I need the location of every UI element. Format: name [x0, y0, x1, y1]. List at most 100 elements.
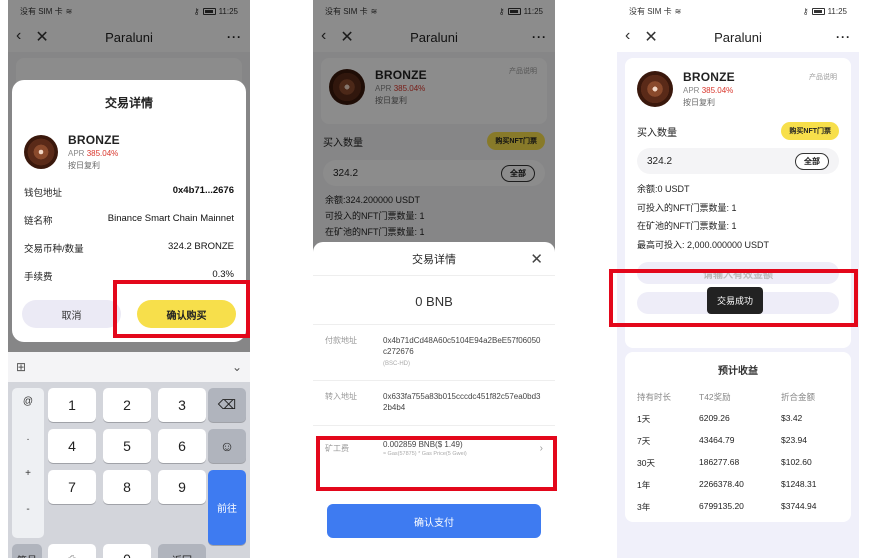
product-intro-link[interactable]: 产品说明 — [809, 72, 837, 82]
header-value: 折合金额 — [781, 392, 816, 402]
compound-rule: 按日复利 — [683, 98, 715, 107]
clock: 11:25 — [827, 6, 847, 16]
amount-input[interactable]: 324.2 全部 — [637, 148, 839, 174]
keyboard-toolbar: ⊞ ⌄ — [8, 352, 250, 382]
earnings-header: 持有时长 T42奖励 折合金额 — [637, 391, 839, 403]
payment-detail-sheet: 交易详情 ✕ 0 BNB 付款地址 0x4b71dCd48A60c5104E94… — [313, 242, 555, 558]
symbol-column: @ . + - — [12, 388, 44, 538]
key-icon: ⚷ — [802, 6, 809, 16]
pay-address: 0x4b71dCd48A60c5104E94a2BeE57f06050c2726… — [383, 336, 541, 356]
table-row: 1年 2266378.40 $1248.31 — [637, 479, 817, 490]
more-icon[interactable]: ··· — [836, 30, 851, 44]
table-row: 7天 43464.79 $23.94 — [637, 435, 807, 446]
wifi-icon: ≋ — [674, 6, 682, 16]
detail-row-chain: 链名称 Binance Smart Chain Mainnet — [24, 213, 234, 227]
payment-amount: 0 BNB — [415, 294, 453, 309]
pool-nft-text: 在矿池的NFT门票数量: 1 — [637, 221, 737, 231]
key-minus[interactable]: - — [12, 504, 44, 515]
screen-confirm-payment: 没有 SIM 卡 ≋ ⚷ 11:25 Paraluni ‹ ✕ ··· 产品说明 BR… — [313, 0, 555, 558]
key-5[interactable]: 5 — [103, 429, 151, 463]
sheet-header: 交易详情 ✕ — [313, 242, 555, 276]
detail-row-fee: 手续费 0.3% — [24, 269, 234, 283]
all-button[interactable]: 全部 — [795, 152, 829, 170]
key-6[interactable]: 6 — [158, 429, 206, 463]
detail-row-currency: 交易币种/数量 324.2 BRONZE — [24, 241, 234, 255]
enter-valid-amount-button[interactable]: 请输入有效金额 — [637, 262, 839, 284]
buy-amount-row: 买入数量 购买NFT门票 — [637, 122, 839, 140]
table-row: 3年 6799135.20 $3744.94 — [637, 501, 817, 512]
return-key[interactable]: 返回 — [158, 544, 206, 558]
close-icon[interactable]: ✕ — [644, 27, 657, 47]
amount-value: 324.2 — [647, 155, 673, 167]
table-row: 30天 186277.68 $102.60 — [637, 457, 812, 468]
close-icon[interactable]: ✕ — [530, 250, 543, 268]
apr-text: APR 385.04% — [683, 86, 734, 95]
dialog-title: 交易详情 — [104, 96, 153, 110]
to-address-row: 转入地址 0x633fa755a83b015cccdc451f82c57ea0b… — [313, 380, 555, 425]
table-row: 1天 6209.26 $3.42 — [637, 413, 803, 424]
chevron-right-icon: › — [539, 443, 543, 454]
buy-nft-ticket-button[interactable]: 购买NFT门票 — [781, 122, 839, 140]
mic-key[interactable]: ⎙ — [48, 544, 96, 558]
key-plus[interactable]: + — [12, 468, 44, 479]
miner-fee-label: 矿工费 — [325, 444, 349, 453]
product-name: BRONZE — [68, 133, 120, 147]
key-dot[interactable]: . — [12, 432, 44, 443]
bronze-coin-icon — [637, 71, 673, 107]
grid-icon[interactable]: ⊞ — [16, 360, 26, 374]
gas-detail: ≈ Gas(57875) * Gas Price(5 Gwei) — [383, 451, 467, 457]
confirm-purchase-button[interactable]: 确认购买 — [137, 300, 236, 328]
to-address-label: 转入地址 — [325, 392, 357, 401]
bronze-coin-icon — [24, 135, 58, 169]
transaction-detail-dialog: 交易详情 BRONZE APR 385.04% 按日复利 钱包地址 0x4b71.… — [12, 80, 246, 342]
symbol-key[interactable]: 符号 — [12, 544, 42, 558]
key-7[interactable]: 7 — [48, 470, 96, 504]
product-name: BRONZE — [683, 70, 735, 84]
back-icon[interactable]: ‹ — [625, 27, 630, 47]
screen-transaction-success: 没有 SIM 卡 ≋ ⚷ 11:25 Paraluni ‹ ✕ ··· 产品说明 BR… — [617, 0, 859, 558]
header-duration: 持有时长 — [637, 392, 672, 402]
apr-value: 385.04% — [701, 86, 734, 95]
estimated-earnings-card: 预计收益 持有时长 T42奖励 折合金额 1天 6209.26 $3.42 7天 43… — [625, 352, 851, 522]
mic-icon: ⎙ — [68, 554, 76, 558]
earnings-title: 预计收益 — [718, 366, 758, 377]
apr-text: APR 385.04% — [68, 149, 119, 158]
miner-fee-row[interactable]: 矿工费 0.002859 BNB($ 1.49) ≈ Gas(57875) * G… — [313, 425, 555, 471]
collapse-keyboard-icon[interactable]: ⌄ — [232, 360, 242, 374]
balance-info: 余额:0 USDT 可投入的NFT门票数量: 1 在矿池的NFT门票数量: 1 … — [637, 180, 839, 254]
header-reward: T42奖励 — [699, 392, 731, 402]
emoji-key[interactable]: ☺ — [208, 429, 246, 463]
status-bar: 没有 SIM 卡 ≋ ⚷ 11:25 — [617, 0, 859, 22]
compound-rule: 按日复利 — [68, 161, 100, 170]
numeric-keyboard: ⊞ ⌄ @ . + - 1 2 3 ⌫ 4 5 6 ☺ 7 8 9 前往 符号 … — [8, 352, 250, 558]
key-0[interactable]: 0 — [103, 544, 151, 558]
apr-value: 385.04% — [86, 149, 119, 158]
key-9[interactable]: 9 — [158, 470, 206, 504]
pay-address-row: 付款地址 0x4b71dCd48A60c5104E94a2BeE57f06050… — [313, 324, 555, 380]
key-8[interactable]: 8 — [103, 470, 151, 504]
pay-address-label: 付款地址 — [325, 336, 357, 345]
pay-address-network: (BSC-HD) — [383, 361, 410, 367]
detail-row-wallet: 钱包地址 0x4b71...2676 — [24, 185, 234, 199]
sheet-title: 交易详情 — [412, 253, 456, 266]
app-bar: Paraluni ‹ ✕ ··· — [617, 22, 859, 52]
miner-fee-value: 0.002859 BNB($ 1.49) — [383, 440, 463, 449]
backspace-key[interactable]: ⌫ — [208, 388, 246, 422]
confirm-payment-button[interactable]: 确认支付 — [327, 504, 541, 538]
success-toast: 交易成功 — [707, 287, 764, 314]
key-3[interactable]: 3 — [158, 388, 206, 422]
to-address: 0x633fa755a83b015cccdc451f82c57ea0bd32b4… — [383, 392, 541, 412]
key-at[interactable]: @ — [12, 396, 44, 407]
cancel-button[interactable]: 取消 — [22, 300, 121, 328]
key-4[interactable]: 4 — [48, 429, 96, 463]
max-invest-text: 最高可投入: 2,000.000000 USDT — [637, 239, 770, 250]
product-summary: BRONZE APR 385.04% 按日复利 — [24, 133, 234, 171]
key-1[interactable]: 1 — [48, 388, 96, 422]
buy-amount-label: 买入数量 — [637, 127, 677, 139]
screen-confirm-purchase: 没有 SIM 卡 ≋ ⚷ 11:25 Paraluni ‹ ✕ ··· 交易详情 BR… — [8, 0, 250, 558]
go-key[interactable]: 前往 — [208, 470, 246, 545]
balance-text: 余额:0 USDT — [637, 184, 690, 194]
battery-icon — [811, 7, 825, 15]
carrier-text: 没有 SIM 卡 — [629, 6, 672, 16]
key-2[interactable]: 2 — [103, 388, 151, 422]
